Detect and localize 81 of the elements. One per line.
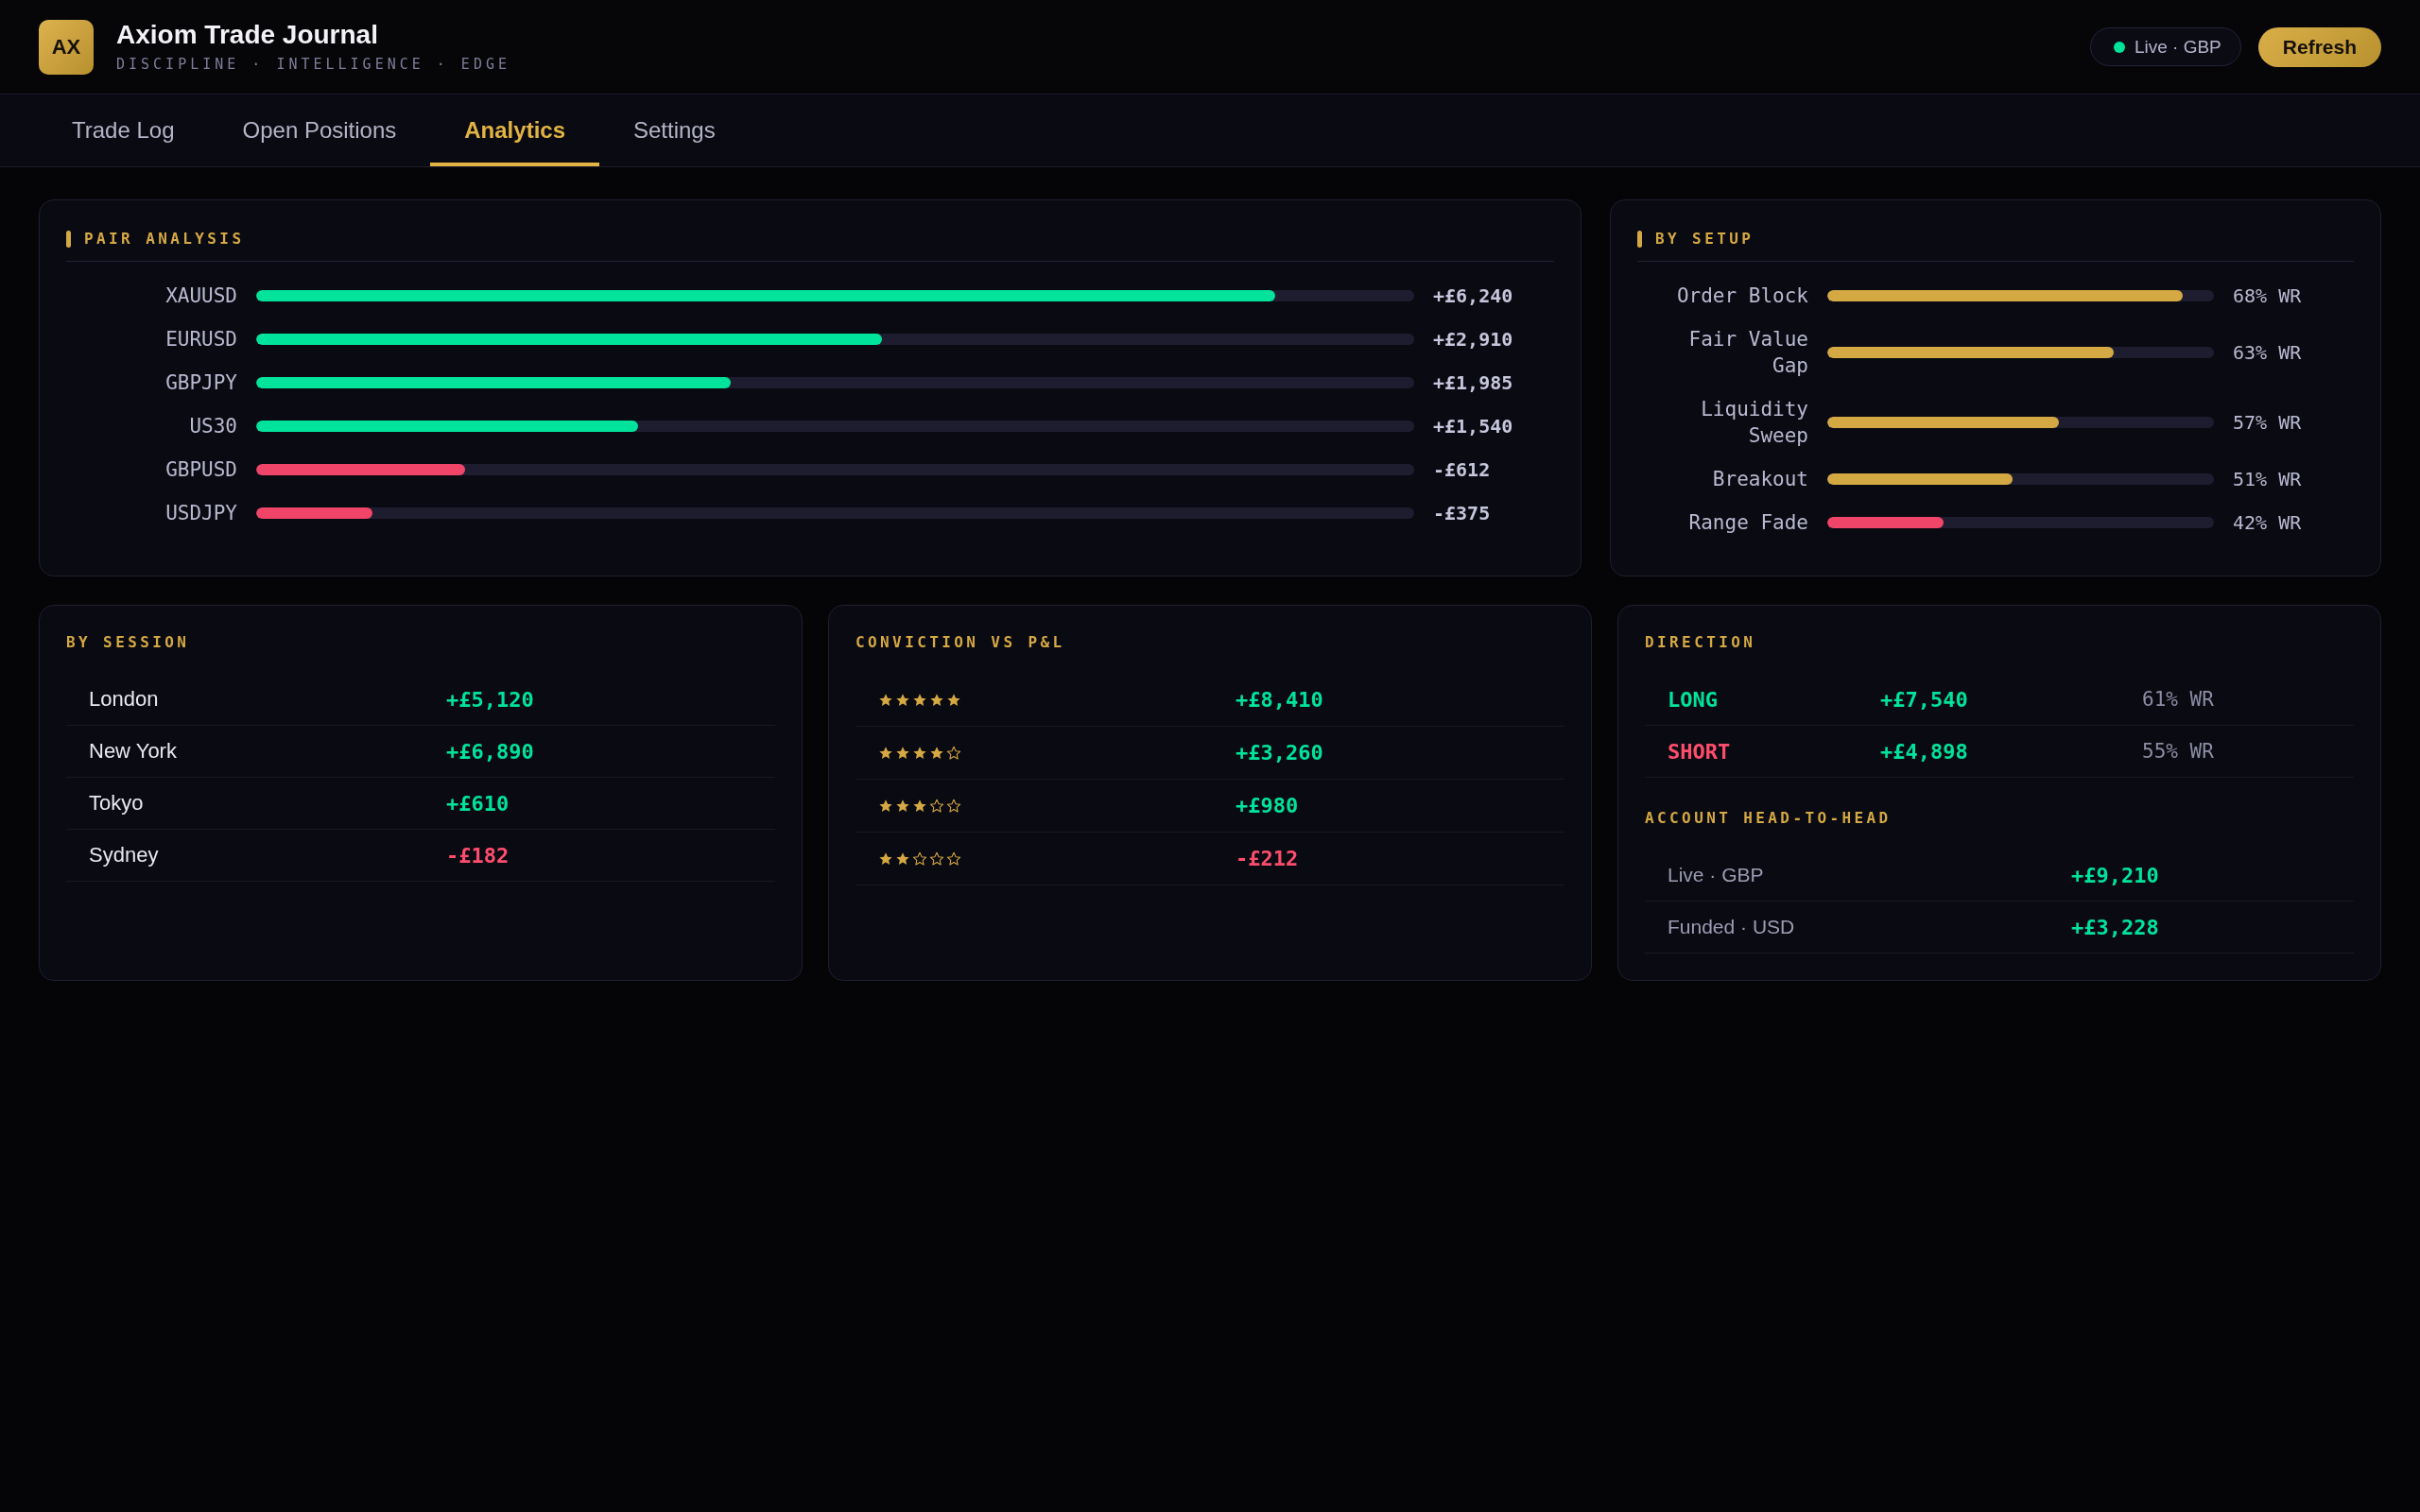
pnl-value: +£1,985 <box>1433 371 1514 394</box>
panel-title: BY SETUP <box>1655 229 1754 249</box>
pnl-value: +£7,540 <box>1880 687 1969 712</box>
account-label: Funded · USD <box>1668 916 1796 938</box>
star-icon <box>895 798 910 814</box>
pnl-value: -£182 <box>446 843 510 868</box>
pair-label: USDJPY <box>164 501 237 526</box>
pnl-value: +£3,228 <box>2071 915 2160 939</box>
pnl-value: +£980 <box>1236 794 1300 817</box>
pnl-value: -£612 <box>1433 458 1492 481</box>
tab[interactable]: Open Positions <box>208 94 431 166</box>
setup-label: Range Fade <box>1687 510 1808 536</box>
session-label: Sydney <box>89 843 160 868</box>
app-tagline: DISCIPLINE · INTELLIGENCE · EDGE <box>116 55 510 74</box>
star-icon <box>878 745 893 761</box>
setup-label: Liquidity Sweep <box>1700 397 1808 449</box>
star-icon <box>946 692 961 708</box>
panel-title: PAIR ANALYSIS <box>84 229 245 249</box>
win-rate: 57% WR <box>2233 411 2303 434</box>
star-outline-icon <box>946 850 961 867</box>
pnl-value: +£610 <box>446 791 510 816</box>
star-icon <box>895 850 910 867</box>
tab[interactable]: Analytics <box>430 94 599 166</box>
win-rate: 42% WR <box>2233 511 2303 534</box>
star-icon <box>929 692 944 708</box>
refresh-button[interactable]: Refresh <box>2257 26 2381 67</box>
star-icon <box>895 745 910 761</box>
setup-label: Breakout <box>1711 467 1808 492</box>
star-icon <box>912 692 927 708</box>
setup-label: Fair Value Gap <box>1687 327 1808 379</box>
win-rate: 61% WR <box>2142 688 2215 711</box>
star-outline-icon <box>929 850 944 867</box>
pnl-value: +£6,890 <box>446 739 535 764</box>
pnl-value: +£5,120 <box>446 687 535 712</box>
win-rate: 51% WR <box>2233 468 2303 490</box>
pnl-value: +£8,410 <box>1236 688 1324 712</box>
account-label: Live · GBP <box>1668 864 1765 886</box>
direction-label: SHORT <box>1668 739 1732 764</box>
pair-label: US30 <box>188 414 237 439</box>
star-icon <box>929 745 944 761</box>
section-title: ACCOUNT HEAD-TO-HEAD <box>1645 808 1893 829</box>
win-rate: 68% WR <box>2233 284 2303 307</box>
pnl-value: -£375 <box>1433 502 1492 524</box>
star-icon <box>878 692 893 708</box>
win-rate: 55% WR <box>2142 740 2215 763</box>
star-icon <box>912 798 927 814</box>
star-icon <box>878 798 893 814</box>
app-title: Axiom Trade Journal <box>116 20 379 50</box>
panel-title: DIRECTION <box>1645 632 1757 653</box>
pair-label: EURUSD <box>164 327 237 352</box>
pnl-value: +£1,540 <box>1433 415 1514 438</box>
star-outline-icon <box>929 798 944 814</box>
star-outline-icon <box>946 745 961 761</box>
star-outline-icon <box>912 850 927 867</box>
win-rate: 63% WR <box>2233 341 2303 364</box>
star-outline-icon <box>946 798 961 814</box>
session-label: Tokyo <box>89 791 145 816</box>
pair-label: GBPUSD <box>164 457 237 483</box>
account-label: Live · GBP <box>2134 36 2221 58</box>
pnl-value: +£9,210 <box>2071 863 2160 887</box>
pnl-value: +£3,260 <box>1236 741 1324 765</box>
session-label: London <box>89 687 160 712</box>
pnl-value: +£4,898 <box>1880 739 1969 764</box>
star-icon <box>878 850 893 867</box>
accent-bar-icon <box>1637 231 1642 248</box>
pair-label: XAUUSD <box>164 284 237 309</box>
setup-label: Order Block <box>1675 284 1808 309</box>
panel-title: CONVICTION VS P&L <box>856 632 1066 653</box>
star-icon <box>895 692 910 708</box>
accent-bar-icon <box>66 231 71 248</box>
pnl-value: -£212 <box>1236 847 1300 870</box>
pnl-value: +£6,240 <box>1433 284 1514 307</box>
app-logo: AX <box>39 19 94 75</box>
tab[interactable]: Settings <box>599 94 750 166</box>
pnl-value: +£2,910 <box>1433 328 1514 351</box>
star-icon <box>912 745 927 761</box>
tab[interactable]: Trade Log <box>38 94 209 166</box>
pair-label: GBPJPY <box>164 370 237 396</box>
session-label: New York <box>89 739 178 764</box>
panel-title: BY SESSION <box>66 632 191 653</box>
direction-label: LONG <box>1668 687 1719 712</box>
